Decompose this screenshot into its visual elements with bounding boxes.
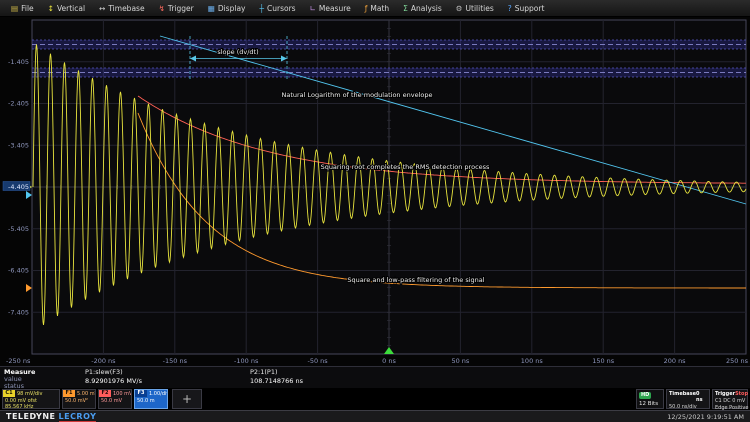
menu-item-trigger[interactable]: ↯Trigger — [152, 2, 201, 15]
timebase-title: Timebase — [669, 391, 696, 403]
y-axis-label: -4.405 — [8, 183, 29, 191]
trigger-box[interactable]: TriggerStopC1 DC 0 mVEdge Positive — [712, 389, 748, 409]
level-cursor-band-2[interactable] — [32, 68, 746, 77]
x-axis-label: 100 ns — [521, 357, 544, 365]
trace-tab-label: F2 — [99, 390, 111, 397]
descriptor-line: 50.0 mV — [101, 398, 122, 404]
datetime-label: 12/25/2021 9:19:51 AM — [667, 413, 744, 421]
ln-annotation: Natural Logarithm of the modulation enve… — [282, 91, 433, 99]
menu-item-label: Analysis — [411, 4, 442, 13]
menu-item-measure[interactable]: ∟Measure — [303, 2, 358, 15]
slope-annotation: slope (dv/dt) — [217, 48, 258, 56]
descriptor-line: 50.0 m — [137, 398, 155, 404]
menu-item-display[interactable]: ▦Display — [201, 2, 253, 15]
support-icon: ? — [508, 5, 512, 12]
x-axis-label: 200 ns — [664, 357, 687, 365]
descriptor-line: 100 mV/div — [113, 391, 132, 397]
menu-item-support[interactable]: ?Support — [501, 2, 552, 15]
x-axis-label: -150 ns — [163, 357, 188, 365]
menu-item-label: Support — [515, 4, 545, 13]
y-axis-label: -3.405 — [8, 141, 29, 149]
hd-badge: HD — [639, 392, 651, 399]
trace-tab-label: F1 — [63, 390, 75, 397]
menu-item-label: Utilities — [466, 4, 494, 13]
file-icon: ▤ — [11, 5, 18, 12]
menu-item-label: Measure — [319, 4, 351, 13]
waveform-display: slope (dv/dt) Natural Logarithm of the mo… — [0, 17, 750, 366]
menu-item-label: Trigger — [168, 4, 194, 13]
menu-item-label: Display — [218, 4, 246, 13]
descriptor-line: 85.567 kHz — [5, 404, 33, 409]
measure-icon: ∟ — [310, 5, 316, 12]
timebase-offset: 0 ns — [696, 391, 707, 403]
utilities-icon: ⚙ — [456, 5, 463, 12]
menu-item-label: Timebase — [108, 4, 144, 13]
descriptor-f3[interactable]: F31.00/div50.0 m — [134, 389, 168, 409]
menu-item-file[interactable]: ▤File — [4, 2, 41, 15]
descriptor-line: 1.00/div — [149, 391, 168, 397]
menu-item-vertical[interactable]: ↕Vertical — [41, 2, 92, 15]
hd-mode-box[interactable]: HD 12 Bits — [636, 389, 664, 409]
x-axis-label: -50 ns — [307, 357, 328, 365]
brand-teledyne: TELEDYNE — [6, 412, 56, 421]
menu-bar: ▤File↕Vertical↔Timebase↯Trigger▦Display┼… — [0, 0, 750, 17]
x-axis-label: 150 ns — [592, 357, 615, 365]
measure-panel: MeasurevaluestatusP1:slew(F3)8.92901976 … — [0, 366, 750, 389]
descriptor-line: 5.00 mV²/div — [77, 391, 96, 397]
x-axis-label: 250 ns — [726, 357, 749, 365]
level-cursor-band-1[interactable] — [32, 40, 746, 49]
trigger-mode: Stop — [735, 391, 748, 397]
trigger-icon: ↯ — [159, 5, 165, 12]
analysis-icon: Σ — [403, 5, 408, 12]
y-axis-label: -1.405 — [8, 58, 29, 66]
menu-item-label: Math — [370, 4, 389, 13]
menu-item-label: Cursors — [267, 4, 296, 13]
menu-item-analysis[interactable]: ΣAnalysis — [396, 2, 449, 15]
trigger-title: Trigger — [715, 391, 735, 397]
hd-bits-label: 12 Bits — [639, 401, 658, 407]
timebase-icon: ↔ — [99, 5, 105, 12]
descriptor-row: C198 mV/div0.00 mV ofst85.567 kHzF15.00 … — [0, 388, 750, 410]
descriptor-f2[interactable]: F2100 mV/div50.0 mV — [98, 389, 132, 409]
rms-annotation: Squaring root completes the RMS detectio… — [321, 163, 490, 171]
y-axis-label: -6.405 — [8, 267, 29, 275]
y-axis-label: -7.405 — [8, 308, 29, 316]
measure-value: 8.92901976 MV/s — [85, 377, 245, 385]
measure-param-name[interactable]: P2:1(P1) — [250, 368, 410, 376]
measure-value: 108.7148766 ns — [250, 377, 410, 385]
timebase-box[interactable]: Timebase0 ns50.0 ns/div5 kS 10 GS/s — [666, 389, 710, 409]
add-trace-button[interactable]: + — [172, 389, 202, 409]
trace-tab-label: C1 — [3, 390, 15, 397]
menu-item-label: Vertical — [57, 4, 85, 13]
x-axis-label: -200 ns — [91, 357, 116, 365]
x-axis-label: 50 ns — [451, 357, 469, 365]
y-axis-label: -2.405 — [8, 100, 29, 108]
menu-item-utilities[interactable]: ⚙Utilities — [449, 2, 501, 15]
math-icon: ƒ — [365, 5, 368, 12]
descriptor-c1[interactable]: C198 mV/div0.00 mV ofst85.567 kHz — [2, 389, 60, 409]
x-axis-label: -250 ns — [6, 357, 31, 365]
status-bar: TELEDYNELECROY 12/25/2021 9:19:51 AM — [0, 410, 750, 422]
vertical-icon: ↕ — [48, 5, 54, 12]
y-axis-label: -5.405 — [8, 225, 29, 233]
cursors-icon: ┼ — [259, 5, 264, 12]
display-icon: ▦ — [208, 5, 215, 12]
lp-annotation: Square and low-pass filtering of the sig… — [347, 276, 484, 284]
trigger-source-level: C1 DC 0 mV — [715, 398, 745, 404]
descriptor-f1[interactable]: F15.00 mV²/div50.0 mV² — [62, 389, 96, 409]
descriptor-line: 98 mV/div — [17, 391, 42, 397]
brand-logo: TELEDYNELECROY — [6, 412, 96, 421]
menu-item-math[interactable]: ƒMath — [358, 2, 396, 15]
trace-tab-label: F3 — [135, 390, 147, 397]
measure-param-name[interactable]: P1:slew(F3) — [85, 368, 245, 376]
x-axis-label: 0 ns — [382, 357, 396, 365]
descriptor-line: 50.0 mV² — [65, 398, 88, 404]
brand-lecroy: LECROY — [59, 412, 97, 422]
menu-item-label: File — [21, 4, 34, 13]
x-axis-label: -100 ns — [234, 357, 259, 365]
menu-item-cursors[interactable]: ┼Cursors — [252, 2, 302, 15]
menu-item-timebase[interactable]: ↔Timebase — [92, 2, 152, 15]
